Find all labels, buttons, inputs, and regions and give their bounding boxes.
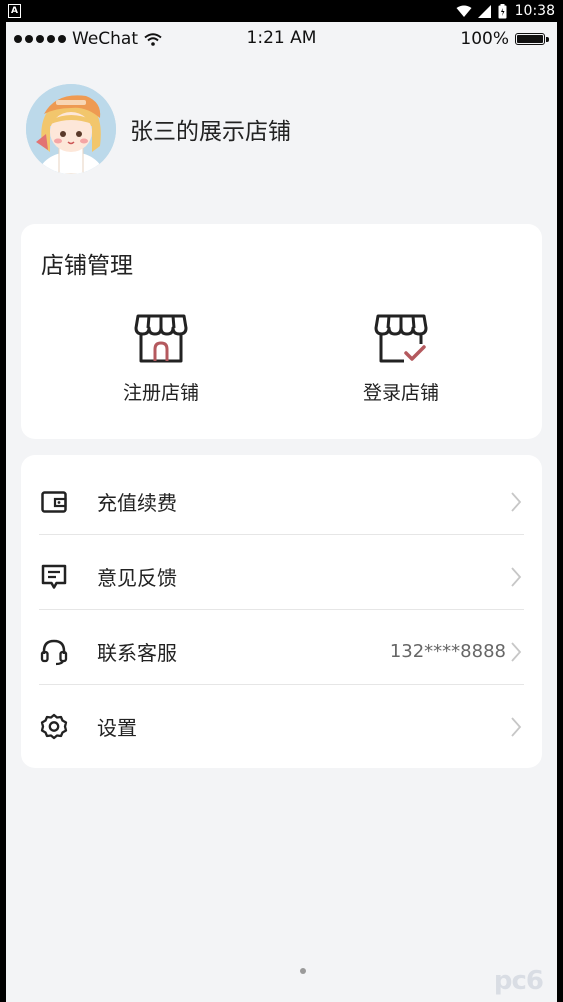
register-store-button[interactable]: 注册店铺 [61,314,261,405]
chevron-right-icon [508,491,524,513]
store-management-title: 店铺管理 [41,253,133,279]
system-clock: 10:38 [514,3,555,19]
chevron-right-icon [508,716,524,738]
menu-item-label: 意见反馈 [97,566,177,590]
menu-item-customer-service[interactable]: 联系客服 132****8888 [39,614,524,689]
divider [39,534,524,535]
menu-card: 充值续费 意见反馈 联系客服 132****8888 设置 [21,455,542,768]
chevron-right-icon [508,641,524,663]
menu-item-label: 充值续费 [97,491,177,515]
app-notification-icon: A [8,4,21,18]
divider [39,609,524,610]
profile-header[interactable]: 张三的展示店铺 [26,84,291,174]
feedback-icon [39,562,69,592]
wallet-icon [39,487,69,517]
menu-item-recharge[interactable]: 充值续费 [39,464,524,539]
service-phone-number: 132****8888 [389,641,506,662]
system-status-icons: 10:38 [456,0,555,22]
system-status-bar: A 10:38 [0,0,563,22]
store-management-card: 店铺管理 注册店铺 登录店铺 [21,224,542,439]
menu-item-settings[interactable]: 设置 [39,689,524,764]
avatar[interactable] [26,84,116,174]
watermark-logo: pc6 [493,966,544,996]
battery-icon [498,3,507,18]
battery-icon [515,33,549,45]
battery-group: 100% [460,29,549,49]
chevron-right-icon [508,566,524,588]
gear-icon [39,712,69,742]
app-screen: WeChat 1:21 AM 100% 张三的展示店铺 店铺管理 注册店铺 登录… [6,22,557,1002]
status-bar: WeChat 1:21 AM 100% [6,22,557,56]
menu-item-feedback[interactable]: 意见反馈 [39,539,524,614]
battery-percent: 100% [460,29,509,49]
login-store-label: 登录店铺 [362,382,439,404]
page-indicator-dot [300,968,306,974]
headset-icon [39,637,69,667]
register-store-label: 注册店铺 [122,382,199,404]
menu-item-label: 设置 [97,716,137,740]
shop-name: 张三的展示店铺 [130,119,291,145]
store-login-icon [374,314,428,363]
login-store-button[interactable]: 登录店铺 [301,314,501,405]
wifi-icon [456,5,472,17]
divider [39,684,524,685]
menu-item-label: 联系客服 [97,641,177,665]
signal-icon [477,4,491,18]
store-register-icon [134,314,188,363]
